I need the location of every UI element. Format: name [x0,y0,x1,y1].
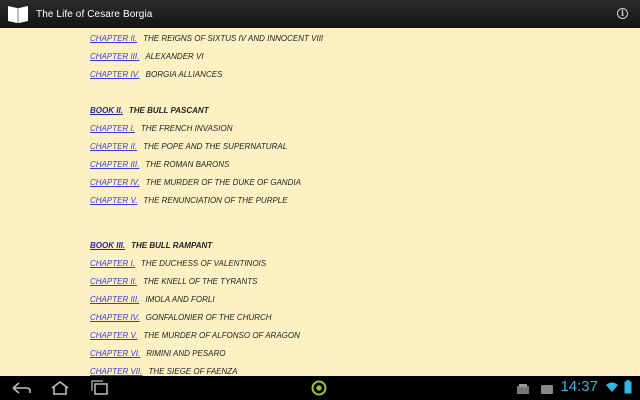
info-icon[interactable]: i [617,8,628,19]
toc-title: THE RENUNCIATION OF THE PURPLE [143,196,288,205]
book-icon[interactable] [6,3,30,25]
toc-chapter-row: CHAPTER III. IMOLA AND FORLI [90,295,215,304]
toc-chapter-row: CHAPTER IV. BORGIA ALLIANCES [90,70,222,79]
toc-chapter-row: CHAPTER I. THE DUCHESS OF VALENTINOIS [90,259,266,268]
toc-chapter-row: CHAPTER VII. THE SIEGE OF FAENZA [90,367,238,376]
toc-title: THE KNELL OF THE TYRANTS [143,277,258,286]
toc-chapter-row: CHAPTER II. THE POPE AND THE SUPERNATURAL [90,142,287,151]
chapter-link[interactable]: CHAPTER III. [90,160,139,169]
toc-title: GONFALONIER OF THE CHURCH [145,313,272,322]
book-link[interactable]: BOOK III. [90,241,125,250]
chapter-link[interactable]: CHAPTER III. [90,295,139,304]
chapter-link[interactable]: CHAPTER II. [90,142,137,151]
chapter-link[interactable]: CHAPTER II. [90,34,137,43]
storage-icon [517,384,529,394]
toc-title: THE MURDER OF ALFONSO OF ARAGON [143,331,300,340]
toc-chapter-row: CHAPTER II. THE KNELL OF THE TYRANTS [90,277,258,286]
chapter-link[interactable]: CHAPTER VI. [90,349,140,358]
toc-chapter-row: CHAPTER III. ALEXANDER VI [90,52,204,61]
chapter-link[interactable]: CHAPTER V. [90,331,137,340]
system-navigation-bar: 14:37 [0,376,640,400]
battery-icon [624,380,632,394]
table-of-contents: CHAPTER II. THE REIGNS OF SIXTUS IV AND I… [0,28,640,376]
recents-icon[interactable] [89,380,111,396]
clock: 14:37 [560,378,598,395]
toc-title: BORGIA ALLIANCES [145,70,223,79]
toc-book-row: BOOK III. THE BULL RAMPANT [90,241,212,250]
notification-ring-icon[interactable] [311,380,327,396]
toc-chapter-row: CHAPTER IV. GONFALONIER OF THE CHURCH [90,313,272,322]
toc-chapter-row: CHAPTER III. THE ROMAN BARONS [90,160,229,169]
chapter-link[interactable]: CHAPTER II. [90,277,137,286]
back-icon[interactable] [10,380,32,396]
toc-title: THE REIGNS OF SIXTUS IV AND INNOCENT VII… [143,34,324,43]
toc-title: THE DUCHESS OF VALENTINOIS [140,259,267,268]
toc-chapter-row: CHAPTER V. THE RENUNCIATION OF THE PURPLE [90,196,288,205]
action-bar: The Life of Cesare Borgia i [0,0,640,28]
toc-title: THE BULL RAMPANT [131,241,213,250]
chapter-link[interactable]: CHAPTER I. [90,259,135,268]
toc-title: RIMINI AND PESARO [146,349,226,358]
toc-title: THE POPE AND THE SUPERNATURAL [143,142,288,151]
toc-title: THE MURDER OF THE DUKE OF GANDIA [145,178,301,187]
toc-title: THE SIEGE OF FAENZA [148,367,238,376]
toc-chapter-row: CHAPTER IV. THE MURDER OF THE DUKE OF GAN… [90,178,301,187]
home-icon[interactable] [49,380,71,396]
app-title: The Life of Cesare Borgia [36,8,153,20]
chapter-link[interactable]: CHAPTER IV. [90,313,140,322]
wifi-icon [606,382,618,392]
toc-chapter-row: CHAPTER V. THE MURDER OF ALFONSO OF ARAGO… [90,331,300,340]
toc-chapter-row: CHAPTER VI. RIMINI AND PESARO [90,349,226,358]
chapter-link[interactable]: CHAPTER V. [90,196,137,205]
chapter-link[interactable]: CHAPTER I. [90,124,135,133]
book-link[interactable]: BOOK II. [90,106,123,115]
chapter-link[interactable]: CHAPTER IV. [90,178,140,187]
toc-book-row: BOOK II. THE BULL PASCANT [90,106,209,115]
chapter-link[interactable]: CHAPTER III. [90,52,139,61]
download-icon [541,385,553,394]
toc-title: THE BULL PASCANT [128,106,209,115]
toc-chapter-row: CHAPTER II. THE REIGNS OF SIXTUS IV AND I… [90,34,323,43]
toc-title: ALEXANDER VI [145,52,204,61]
chapter-link[interactable]: CHAPTER VII. [90,367,142,376]
chapter-link[interactable]: CHAPTER IV. [90,70,140,79]
toc-title: THE FRENCH INVASION [140,124,233,133]
toc-chapter-row: CHAPTER I. THE FRENCH INVASION [90,124,232,133]
toc-title: IMOLA AND FORLI [145,295,215,304]
toc-title: THE ROMAN BARONS [145,160,230,169]
